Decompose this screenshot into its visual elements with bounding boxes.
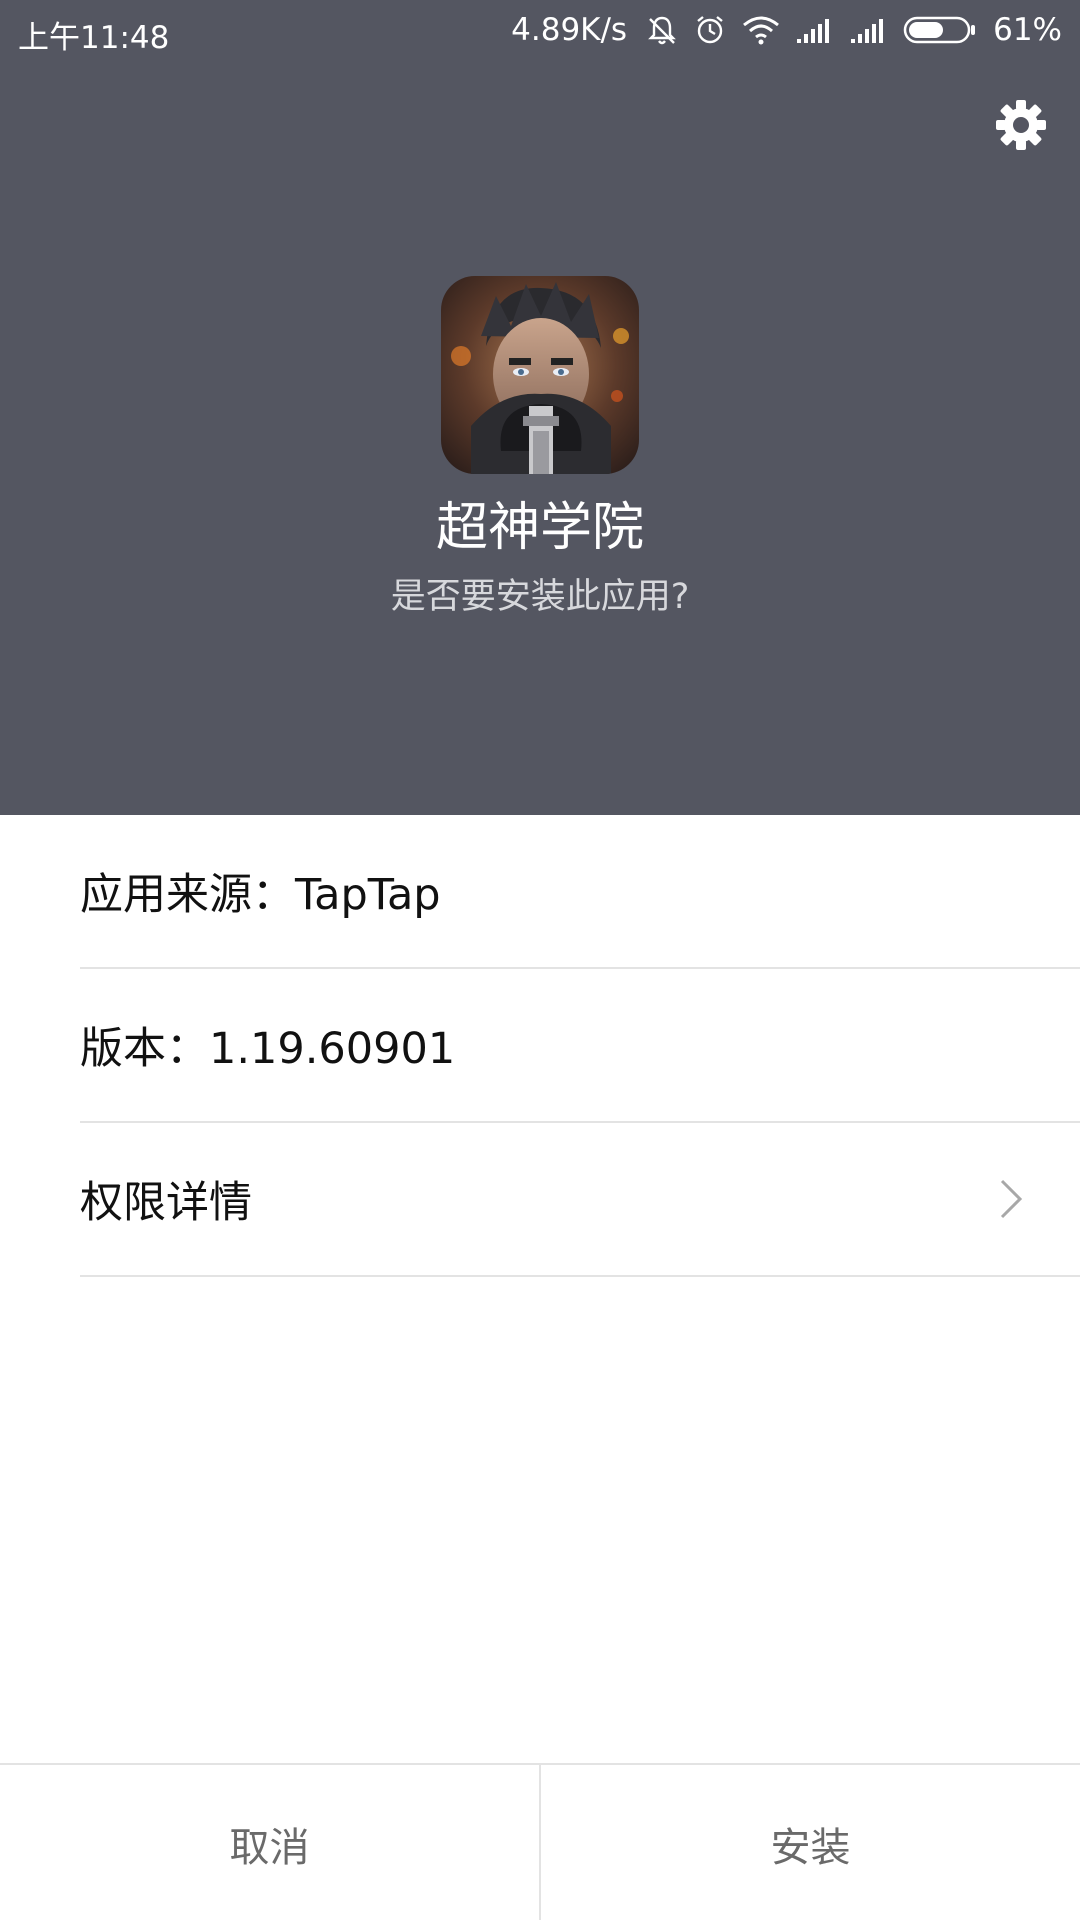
info-row-source: 应用来源：TapTap bbox=[80, 815, 1080, 969]
source-label: 应用来源：TapTap bbox=[80, 870, 441, 920]
info-list: 应用来源：TapTap 版本：1.19.60901 权限详情 bbox=[0, 815, 1080, 1277]
cancel-button[interactable]: 取消 bbox=[0, 1765, 541, 1920]
status-icons: 4.89K/s 61% bbox=[511, 10, 1062, 50]
status-bar: 上午11:48 4.89K/s 61% bbox=[0, 0, 1080, 60]
app-header: 上午11:48 4.89K/s 61% 超神学院 是否要安装此应用? bbox=[0, 0, 1080, 815]
install-button[interactable]: 安装 bbox=[541, 1765, 1080, 1920]
info-row-version: 版本：1.19.60901 bbox=[80, 969, 1080, 1123]
mute-bell-icon bbox=[645, 13, 679, 47]
battery-percent: 61% bbox=[993, 12, 1062, 48]
permission-details-label: 权限详情 bbox=[80, 1178, 252, 1228]
install-screen: 上午11:48 4.89K/s 61% 超神学院 是否要安装此应用? 应用来源：… bbox=[0, 0, 1080, 1920]
install-question: 是否要安装此应用? bbox=[390, 577, 690, 617]
gear-icon bbox=[994, 100, 1048, 156]
permission-details-row[interactable]: 权限详情 bbox=[80, 1123, 1080, 1277]
wifi-icon bbox=[741, 14, 781, 46]
chevron-right-icon bbox=[988, 1177, 1032, 1221]
bottom-action-bar: 取消 安装 bbox=[0, 1763, 1080, 1920]
version-label: 版本：1.19.60901 bbox=[80, 1024, 456, 1074]
battery-icon bbox=[903, 14, 977, 46]
app-icon bbox=[441, 276, 639, 474]
signal-icon bbox=[849, 15, 889, 45]
alarm-icon bbox=[693, 13, 727, 47]
net-speed: 4.89K/s bbox=[511, 12, 628, 48]
app-name: 超神学院 bbox=[435, 498, 644, 558]
settings-button[interactable] bbox=[994, 98, 1048, 152]
status-time: 上午11:48 bbox=[18, 20, 170, 56]
signal-icon bbox=[795, 15, 835, 45]
